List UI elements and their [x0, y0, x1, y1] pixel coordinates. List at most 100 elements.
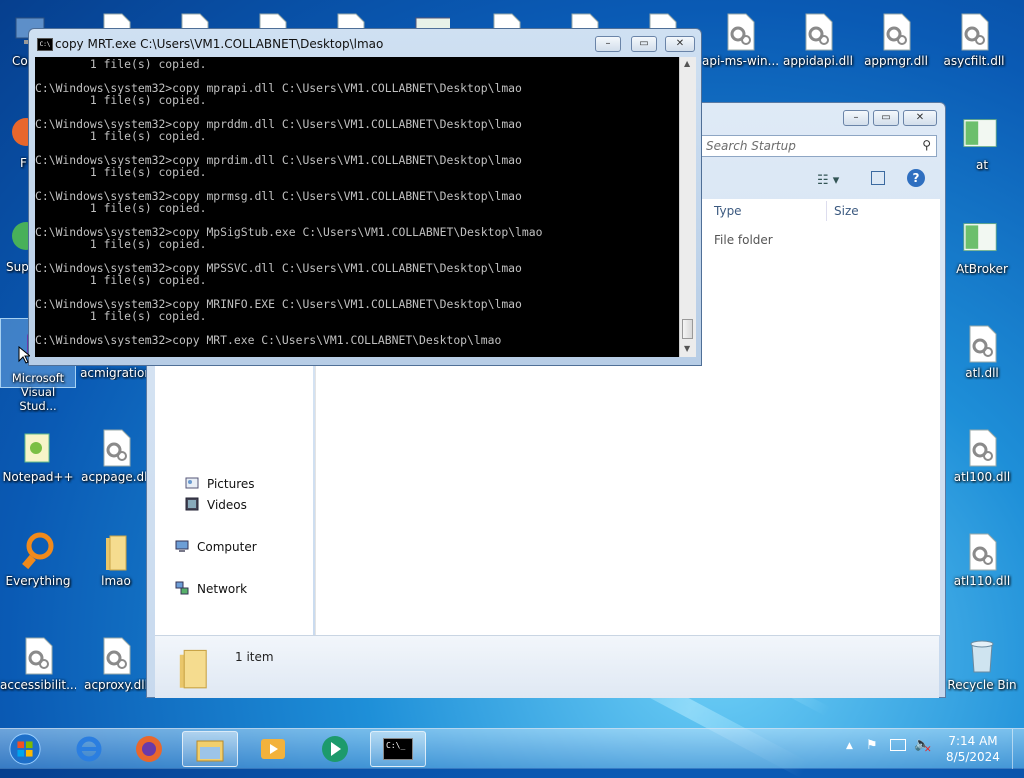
desktop-icon-acppage[interactable]: acppage.dll	[78, 422, 154, 492]
details-pane: 1 item	[155, 635, 939, 698]
close-button[interactable]: ✕	[665, 36, 695, 52]
window-title: copy MRT.exe C:\Users\VM1.COLLABNET\Desk…	[55, 37, 384, 51]
desktop-icon-recycle-bin[interactable]: Recycle Bin	[944, 630, 1020, 700]
action-center-flag-icon[interactable]: ⚑	[866, 738, 878, 753]
scroll-thumb[interactable]	[682, 319, 693, 339]
desktop-icon-label: Everything	[5, 574, 71, 588]
folder-icon	[106, 535, 127, 571]
show-desktop-button[interactable]	[1012, 729, 1024, 769]
column-header-size[interactable]: Size	[834, 199, 859, 223]
dll-file-icon	[883, 13, 911, 51]
console-output[interactable]: 1 file(s) copied. C:\Windows\system32>co…	[35, 57, 679, 357]
folder-icon	[196, 740, 224, 762]
column-header-type[interactable]: Type	[714, 199, 742, 223]
console-text: 1 file(s) copied. C:\Windows\system32>co…	[35, 57, 543, 347]
desktop-icon-label: appidapi.dll	[783, 54, 853, 68]
network-icon	[175, 581, 189, 595]
desktop-icon-label: lmao	[101, 574, 131, 588]
desktop-icon-label: api-ms-win...	[702, 54, 778, 68]
desktop-icon-label: atl100.dll	[953, 470, 1011, 484]
desktop-icon-atl100[interactable]: atl100.dll	[944, 422, 1020, 492]
mouse-cursor-icon	[18, 346, 30, 364]
nav-item-network[interactable]: Network	[197, 582, 247, 596]
dll-file-icon	[969, 533, 997, 571]
dll-file-icon	[727, 13, 755, 51]
help-icon[interactable]: ?	[907, 169, 925, 187]
clock[interactable]: 7:14 AM 8/5/2024	[938, 733, 1008, 765]
desktop-icon-label: Notepad++	[2, 470, 74, 484]
desktop-icon-api-ms-win[interactable]: api-ms-win...	[702, 6, 778, 76]
column-divider	[826, 201, 827, 221]
recycle-bin-icon	[970, 640, 994, 673]
command-prompt-window[interactable]: C:\ copy MRT.exe C:\Users\VM1.COLLABNET\…	[28, 28, 702, 366]
dll-file-icon	[25, 637, 53, 675]
app-window-icon	[963, 119, 997, 148]
show-hidden-icons-arrow[interactable]: ▲	[846, 741, 853, 751]
dll-file-icon	[103, 637, 131, 675]
start-button[interactable]	[2, 731, 50, 767]
preview-pane-icon[interactable]	[871, 171, 885, 185]
app-window-icon	[963, 223, 997, 252]
desktop-icon-label: AtBroker	[956, 262, 1008, 276]
internet-explorer-icon	[76, 736, 102, 762]
minimize-button[interactable]: –	[595, 36, 621, 52]
maximize-button[interactable]: ▭	[873, 110, 899, 126]
scroll-up-arrow[interactable]: ▲	[684, 59, 690, 68]
close-button[interactable]: ✕	[903, 110, 937, 126]
file-type-cell: File folder	[714, 233, 773, 247]
dll-file-icon	[103, 429, 131, 467]
desktop-icon-atl110[interactable]: atl110.dll	[944, 526, 1020, 596]
clock-time: 7:14 AM	[948, 734, 998, 748]
desktop-icon-label: asycfilt.dll	[943, 54, 1005, 68]
taskbar-command-prompt[interactable]: C:\_	[370, 731, 426, 767]
taskbar-ie[interactable]	[62, 731, 118, 767]
desktop-icon-acproxy[interactable]: acproxy.dll	[78, 630, 154, 700]
search-placeholder: Search Startup	[706, 139, 796, 153]
search-input[interactable]: Search Startup ⚲	[699, 135, 937, 157]
nav-item-videos[interactable]: Videos	[207, 498, 247, 512]
everything-icon	[22, 532, 54, 570]
desktop-icon-at[interactable]: at	[944, 110, 1020, 180]
scroll-down-arrow[interactable]: ▼	[684, 344, 690, 353]
volume-muted-x: ✕	[924, 745, 932, 755]
network-tray-icon[interactable]	[890, 739, 906, 751]
nav-item-computer[interactable]: Computer	[197, 540, 257, 554]
minimize-button[interactable]: –	[843, 110, 869, 126]
desktop-icon-label: Recycle Bin	[947, 678, 1017, 692]
desktop-icon-everything[interactable]: Everything	[0, 526, 76, 596]
taskbar-explorer[interactable]	[182, 731, 238, 767]
clock-date: 8/5/2024	[946, 750, 1000, 764]
command-prompt-icon: C:\_	[383, 738, 413, 760]
taskbar-app[interactable]	[308, 731, 364, 767]
pictures-icon	[185, 477, 199, 489]
desktop-icon-appidapi[interactable]: appidapi.dll	[780, 6, 856, 76]
scrollbar[interactable]: ▲ ▼	[679, 57, 696, 357]
dll-file-icon	[805, 13, 833, 51]
desktop-icon-notepadpp[interactable]: Notepad++	[0, 422, 76, 492]
desktop-icon-label: accessibilit...	[0, 678, 76, 692]
app-icon	[322, 736, 348, 762]
cmd-title-icon: C:\	[37, 38, 53, 51]
dll-file-icon	[969, 429, 997, 467]
desktop-icon-label: atl.dll	[965, 366, 999, 380]
maximize-button[interactable]: ▭	[631, 36, 657, 52]
windows-logo-icon	[9, 733, 41, 765]
desktop-icon-accessibility[interactable]: accessibilit...	[0, 630, 76, 700]
explorer-toolbar: ☷ ▾ ?	[703, 167, 941, 195]
desktop-icon-appmgr[interactable]: appmgr.dll	[858, 6, 934, 76]
taskbar-firefox[interactable]	[122, 731, 178, 767]
desktop-icon-label: appmgr.dll	[864, 54, 928, 68]
taskbar-media-player[interactable]	[246, 731, 302, 767]
notepadpp-icon	[24, 433, 50, 463]
nav-item-pictures[interactable]: Pictures	[207, 477, 255, 491]
taskbar: C:\_ ▲ ⚑ 🔈 ✕ 7:14 AM 8/5/2024	[0, 728, 1024, 769]
media-player-icon	[261, 739, 285, 759]
desktop-icon-asycfilt[interactable]: asycfilt.dll	[936, 6, 1012, 76]
dll-file-icon	[961, 13, 989, 51]
search-icon: ⚲	[922, 138, 931, 152]
desktop-icon-lmao-folder[interactable]: lmao	[78, 526, 154, 596]
desktop-icon-label: at	[975, 158, 989, 172]
desktop-icon-atl[interactable]: atl.dll	[944, 318, 1020, 388]
view-options-icon[interactable]: ☷ ▾	[817, 173, 839, 188]
desktop-icon-atbroker[interactable]: AtBroker	[944, 214, 1020, 284]
